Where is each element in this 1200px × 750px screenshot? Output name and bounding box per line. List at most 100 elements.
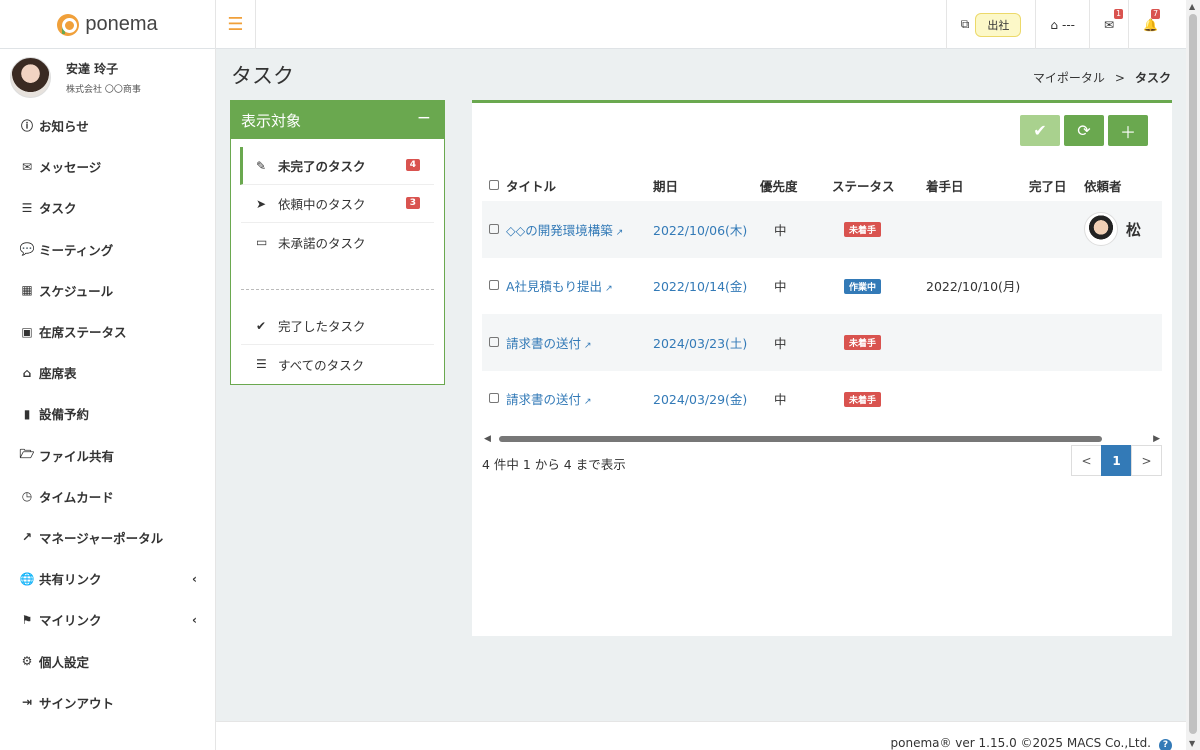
sidebar-item-label: 個人設定 xyxy=(39,654,90,670)
column-due[interactable]: 期日 xyxy=(653,169,760,201)
sidebar-item-meetings[interactable]: 💬 ミーティング xyxy=(0,229,215,270)
scroll-left-icon[interactable]: ◀ xyxy=(484,434,491,444)
add-task-button[interactable]: ＋ xyxy=(1108,115,1148,146)
column-done[interactable]: 完了日 xyxy=(1029,169,1084,201)
start-date xyxy=(926,201,1029,258)
task-title-link[interactable]: A社見積もり提出 xyxy=(506,279,602,294)
filter-label: すべてのタスク xyxy=(278,357,365,373)
sidebar-item-settings[interactable]: ⚙ 個人設定 xyxy=(0,640,215,681)
next-page-button[interactable]: > xyxy=(1131,445,1162,476)
user-profile[interactable]: 安達 玲子 株式会社 〇〇商事 xyxy=(0,49,215,105)
requester xyxy=(1084,371,1162,428)
scrollbar-thumb[interactable] xyxy=(499,436,1102,442)
sidebar-item-sign-out[interactable]: ⇥ サインアウト xyxy=(0,682,215,723)
filter-panel: 表示対象 − ✎ 未完了のタスク 4 ➤ 依頼中のタスク 3 ▭ 未承諾のタスク… xyxy=(230,100,445,385)
due-date: 2024/03/23(土) xyxy=(653,314,760,371)
attendance-button[interactable]: 出社 xyxy=(975,12,1022,37)
sidebar-item-facility[interactable]: ▮ 設備予約 xyxy=(0,393,215,434)
column-requester[interactable]: 依頼者 xyxy=(1084,169,1162,201)
footer-text: ponema® ver 1.15.0 ©2025 MACS Co.,Ltd. xyxy=(890,736,1152,750)
column-start[interactable]: 着手日 xyxy=(926,169,1029,201)
filter-completed-tasks[interactable]: ✔ 完了したタスク xyxy=(241,307,434,345)
scroll-up-icon[interactable]: ▲ xyxy=(1189,2,1195,11)
row-checkbox[interactable] xyxy=(489,223,499,234)
filter-unaccepted-tasks[interactable]: ▭ 未承諾のタスク xyxy=(241,223,434,261)
sidebar-item-schedule[interactable]: ▦ スケジュール xyxy=(0,270,215,311)
due-date: 2022/10/14(金) xyxy=(653,279,748,295)
sidebar-item-notices[interactable]: ⓘ お知らせ xyxy=(0,105,215,146)
help-icon[interactable]: ? xyxy=(1159,739,1172,750)
messages-button[interactable]: ✉ 1 xyxy=(1088,0,1128,49)
task-title-link[interactable]: 請求書の送付 xyxy=(506,392,581,407)
tasks-icon: ☰ xyxy=(21,200,33,215)
sidebar-item-presence[interactable]: ▣ 在席ステータス xyxy=(0,311,215,352)
horizontal-scrollbar[interactable]: ◀ ▶ xyxy=(482,434,1162,444)
filter-requested-tasks[interactable]: ➤ 依頼中のタスク 3 xyxy=(241,185,434,223)
sidebar-item-my-links[interactable]: ⚑ マイリンク ‹ xyxy=(0,599,215,640)
complete-button[interactable]: ✔ xyxy=(1020,115,1060,146)
vertical-scrollbar[interactable]: ▲ ▼ xyxy=(1186,0,1200,750)
chevron-left-icon: ‹ xyxy=(192,612,197,627)
external-link-icon[interactable]: ↗ xyxy=(616,228,624,238)
notifications-button[interactable]: 🔔 7 xyxy=(1128,0,1186,49)
attendance-status[interactable]: ⧉ 出社 xyxy=(945,0,1036,49)
scroll-down-icon[interactable]: ▼ xyxy=(1189,739,1195,748)
sidebar-item-messages[interactable]: ✉ メッセージ xyxy=(0,146,215,187)
priority: 中 xyxy=(760,201,832,258)
task-list-panel: ✔ ⟳ ＋ タイトル 期日 優先度 ステータス 着手日 完了日 依頼者 ◇◇の開… xyxy=(472,100,1172,636)
user-name: 安達 玲子 xyxy=(66,61,119,76)
sidebar-item-label: サインアウト xyxy=(39,695,115,711)
presence-board-icon: ⧉ xyxy=(960,17,970,31)
column-status[interactable]: ステータス xyxy=(832,169,926,201)
task-title-link[interactable]: ◇◇の開発環境構築 xyxy=(506,223,613,238)
sidebar-item-timecard[interactable]: ◷ タイムカード xyxy=(0,476,215,517)
sidebar-item-tasks[interactable]: ☰ タスク xyxy=(0,187,215,228)
filter-all-tasks[interactable]: ☰ すべてのタスク xyxy=(241,345,434,383)
table-row: 請求書の送付 ↗ 2024/03/29(金) 中 未着手 xyxy=(482,371,1162,428)
table-row: ◇◇の開発環境構築 ↗ 2022/10/06(木) 中 未着手 松 xyxy=(482,201,1162,258)
status-badge: 未着手 xyxy=(844,391,882,407)
collapse-icon[interactable]: − xyxy=(417,108,431,128)
select-all-checkbox[interactable] xyxy=(489,179,499,190)
sidebar-item-seating[interactable]: ⌂ 座席表 xyxy=(0,352,215,393)
row-checkbox[interactable] xyxy=(489,280,499,291)
check-icon: ✔ xyxy=(256,318,267,333)
sidebar-item-manager-portal[interactable]: ↗ マネージャーポータル xyxy=(0,517,215,558)
message-count-badge: 1 xyxy=(1113,9,1124,19)
footer: ponema® ver 1.15.0 ©2025 MACS Co.,Ltd.? xyxy=(216,721,1186,750)
task-title-link[interactable]: 請求書の送付 xyxy=(506,336,581,351)
column-priority[interactable]: 優先度 xyxy=(760,169,832,201)
start-date xyxy=(926,314,1029,371)
breadcrumb-home[interactable]: マイポータル xyxy=(1033,71,1105,85)
external-link-icon[interactable]: ↗ xyxy=(584,341,592,351)
filter-incomplete-tasks[interactable]: ✎ 未完了のタスク 4 xyxy=(240,147,434,185)
top-header: ponema ☰ ⧉ 出社 ⌂ --- ✉ 1 🔔 7 xyxy=(0,0,1186,49)
calendar-icon: ▦ xyxy=(21,283,33,298)
clock-icon: ◷ xyxy=(21,489,33,504)
count-badge: 3 xyxy=(405,197,420,209)
app-logo[interactable]: ponema xyxy=(0,0,216,49)
hamburger-icon[interactable]: ☰ xyxy=(216,0,256,49)
external-link-icon[interactable]: ↗ xyxy=(605,284,613,294)
folder-icon: 🗁 xyxy=(19,446,35,461)
sidebar-item-label: スケジュール xyxy=(39,283,114,299)
scrollbar-thumb[interactable] xyxy=(1189,14,1197,734)
done-date xyxy=(1029,258,1084,315)
due-date: 2022/10/06(木) xyxy=(653,201,760,258)
prev-page-button[interactable]: < xyxy=(1071,445,1102,476)
row-checkbox[interactable] xyxy=(489,336,499,347)
column-title[interactable]: タイトル xyxy=(506,169,653,201)
table-row: 請求書の送付 ↗ 2024/03/23(土) 中 未着手 xyxy=(482,314,1162,371)
refresh-button[interactable]: ⟳ xyxy=(1064,115,1104,146)
breadcrumb-current: タスク xyxy=(1134,71,1171,85)
sidebar-item-shared-links[interactable]: 🌐 共有リンク ‹ xyxy=(0,558,215,599)
scroll-right-icon[interactable]: ▶ xyxy=(1153,434,1160,444)
status-badge: 未着手 xyxy=(844,335,882,351)
page-1-button[interactable]: 1 xyxy=(1101,445,1132,476)
row-checkbox[interactable] xyxy=(489,393,499,404)
filter-label: 依頼中のタスク xyxy=(278,197,366,212)
seat-status[interactable]: ⌂ --- xyxy=(1035,0,1089,49)
globe-icon: 🌐 xyxy=(19,571,35,586)
sidebar-item-files[interactable]: 🗁 ファイル共有 xyxy=(0,435,215,476)
external-link-icon[interactable]: ↗ xyxy=(584,397,592,407)
